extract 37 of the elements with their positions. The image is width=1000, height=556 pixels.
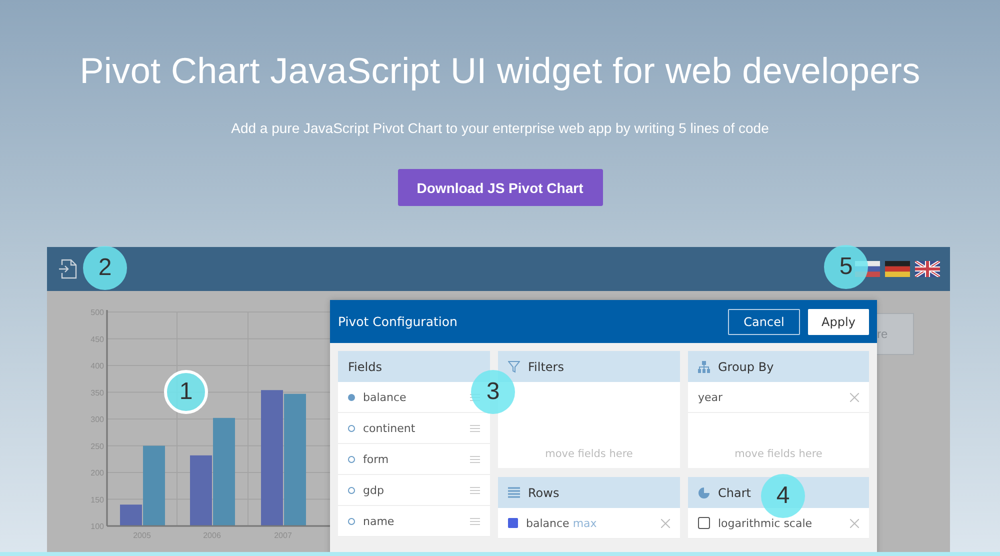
panel-title: Filters <box>528 360 564 374</box>
apply-button[interactable]: Apply <box>808 308 869 334</box>
close-icon[interactable] <box>850 392 859 402</box>
option-label: logarithmic scale <box>718 516 812 530</box>
drag-handle-icon[interactable] <box>470 424 480 432</box>
checkbox[interactable] <box>698 517 710 529</box>
dialog-title: Pivot Configuration <box>338 314 458 329</box>
panel-title: Fields <box>348 360 382 374</box>
list-icon <box>508 487 520 498</box>
field-label[interactable]: form <box>363 452 389 466</box>
german-flag-icon[interactable] <box>885 261 910 277</box>
row-field[interactable]: balance max <box>526 516 597 530</box>
import-file-icon[interactable] <box>59 259 77 279</box>
panel-title: Chart <box>718 486 751 500</box>
cancel-button[interactable]: Cancel <box>728 308 800 334</box>
field-label[interactable]: continent <box>363 422 416 434</box>
close-icon[interactable] <box>661 518 670 528</box>
british-flag-icon[interactable] <box>915 261 940 277</box>
drag-handle-icon[interactable] <box>470 518 480 524</box>
drop-hint: move fields here <box>734 448 824 462</box>
field-label[interactable]: balance <box>363 390 406 404</box>
filter-icon <box>508 360 520 372</box>
drag-handle-icon[interactable] <box>470 486 480 494</box>
panel-title: Rows <box>528 486 560 500</box>
page-title: Pivot Chart JavaScript UI widget for web developers <box>80 49 920 93</box>
group-field[interactable]: year <box>698 390 723 404</box>
field-label[interactable]: name <box>363 514 394 528</box>
step-tooltip: 1 <box>164 370 208 414</box>
panel-title: Group By <box>718 360 774 374</box>
field-label[interactable]: gdp <box>363 484 384 496</box>
close-icon[interactable] <box>850 518 859 528</box>
drag-handle-icon[interactable] <box>470 456 480 462</box>
drop-hint: move fields here <box>544 448 634 462</box>
page-subtitle: Add a pure JavaScript Pivot Chart to your enterprise web app by writing 5 lines of code <box>231 120 769 136</box>
hierarchy-icon <box>698 360 710 372</box>
download-button[interactable]: Download JS Pivot Chart <box>398 169 602 206</box>
pie-chart-icon <box>698 486 710 498</box>
